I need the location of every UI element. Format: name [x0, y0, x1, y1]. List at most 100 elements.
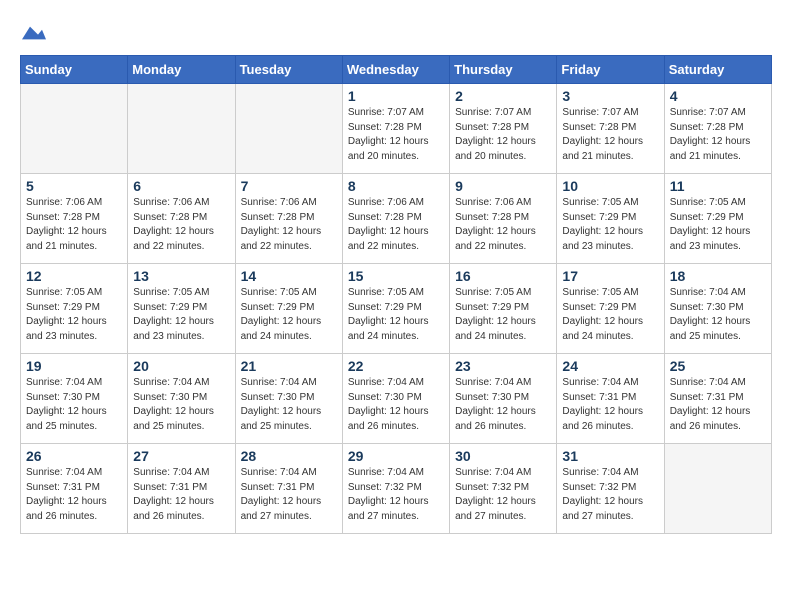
day-number: 2: [455, 88, 551, 104]
calendar-cell: 18 Sunrise: 7:04 AM Sunset: 7:30 PM Dayli…: [664, 264, 771, 354]
day-info: Sunrise: 7:05 AM Sunset: 7:29 PM Dayligh…: [562, 196, 658, 254]
calendar-cell: 9 Sunrise: 7:06 AM Sunset: 7:28 PM Daylig…: [450, 174, 557, 264]
day-number: 10: [562, 178, 658, 194]
day-info: Sunrise: 7:04 AM Sunset: 7:32 PM Dayligh…: [348, 466, 444, 524]
col-header-monday: Monday: [128, 56, 235, 84]
day-info: Sunrise: 7:05 AM Sunset: 7:29 PM Dayligh…: [348, 286, 444, 344]
day-info: Sunrise: 7:06 AM Sunset: 7:28 PM Dayligh…: [348, 196, 444, 254]
day-number: 19: [26, 358, 122, 374]
calendar-cell: 29Sunrise: 7:04 AM Sunset: 7:32 PM Dayli…: [342, 444, 449, 534]
col-header-thursday: Thursday: [450, 56, 557, 84]
calendar-cell: 17 Sunrise: 7:05 AM Sunset: 7:29 PM Dayli…: [557, 264, 664, 354]
day-number: 7: [241, 178, 337, 194]
day-number: 16: [455, 268, 551, 284]
day-info: Sunrise: 7:04 AM Sunset: 7:30 PM Dayligh…: [133, 376, 229, 434]
calendar-cell: 23 Sunrise: 7:04 AM Sunset: 7:30 PM Dayli…: [450, 354, 557, 444]
calendar-cell: 2 Sunrise: 7:07 AM Sunset: 7:28 PM Daylig…: [450, 84, 557, 174]
calendar-cell: 4Sunrise: 7:07 AM Sunset: 7:28 PM Daylig…: [664, 84, 771, 174]
calendar-cell: 31 Sunrise: 7:04 AM Sunset: 7:32 PM Dayli…: [557, 444, 664, 534]
calendar-table: SundayMondayTuesdayWednesdayThursdayFrid…: [20, 55, 772, 534]
day-number: 3: [562, 88, 658, 104]
day-info: Sunrise: 7:05 AM Sunset: 7:29 PM Dayligh…: [562, 286, 658, 344]
calendar-cell: 1Sunrise: 7:07 AM Sunset: 7:28 PM Daylig…: [342, 84, 449, 174]
week-row-4: 19 Sunrise: 7:04 AM Sunset: 7:30 PM Dayli…: [21, 354, 772, 444]
day-info: Sunrise: 7:07 AM Sunset: 7:28 PM Dayligh…: [670, 106, 766, 164]
calendar-cell: 8 Sunrise: 7:06 AM Sunset: 7:28 PM Daylig…: [342, 174, 449, 264]
week-row-2: 5 Sunrise: 7:06 AM Sunset: 7:28 PM Daylig…: [21, 174, 772, 264]
day-number: 6: [133, 178, 229, 194]
calendar-cell: 13 Sunrise: 7:05 AM Sunset: 7:29 PM Dayli…: [128, 264, 235, 354]
calendar-cell: 14 Sunrise: 7:05 AM Sunset: 7:29 PM Dayli…: [235, 264, 342, 354]
day-number: 13: [133, 268, 229, 284]
calendar-cell: 30Sunrise: 7:04 AM Sunset: 7:32 PM Dayli…: [450, 444, 557, 534]
day-number: 28: [241, 448, 337, 464]
day-number: 20: [133, 358, 229, 374]
day-number: 27: [133, 448, 229, 464]
day-info: Sunrise: 7:07 AM Sunset: 7:28 PM Dayligh…: [562, 106, 658, 164]
calendar-cell: 26 Sunrise: 7:04 AM Sunset: 7:31 PM Dayli…: [21, 444, 128, 534]
day-info: Sunrise: 7:04 AM Sunset: 7:31 PM Dayligh…: [26, 466, 122, 524]
day-info: Sunrise: 7:04 AM Sunset: 7:30 PM Dayligh…: [455, 376, 551, 434]
week-row-3: 12 Sunrise: 7:05 AM Sunset: 7:29 PM Dayli…: [21, 264, 772, 354]
col-header-saturday: Saturday: [664, 56, 771, 84]
day-info: Sunrise: 7:05 AM Sunset: 7:29 PM Dayligh…: [133, 286, 229, 344]
col-header-sunday: Sunday: [21, 56, 128, 84]
calendar-cell: 27 Sunrise: 7:04 AM Sunset: 7:31 PM Dayli…: [128, 444, 235, 534]
calendar-cell: 21 Sunrise: 7:04 AM Sunset: 7:30 PM Dayli…: [235, 354, 342, 444]
col-header-tuesday: Tuesday: [235, 56, 342, 84]
calendar-cell: 3 Sunrise: 7:07 AM Sunset: 7:28 PM Daylig…: [557, 84, 664, 174]
day-number: 24: [562, 358, 658, 374]
day-number: 11: [670, 178, 766, 194]
calendar-cell: 11Sunrise: 7:05 AM Sunset: 7:29 PM Dayli…: [664, 174, 771, 264]
page-header: [20, 20, 772, 45]
day-number: 21: [241, 358, 337, 374]
day-number: 17: [562, 268, 658, 284]
day-info: Sunrise: 7:04 AM Sunset: 7:31 PM Dayligh…: [670, 376, 766, 434]
day-info: Sunrise: 7:05 AM Sunset: 7:29 PM Dayligh…: [455, 286, 551, 344]
calendar-cell: 24 Sunrise: 7:04 AM Sunset: 7:31 PM Dayli…: [557, 354, 664, 444]
calendar-cell: [21, 84, 128, 174]
day-number: 9: [455, 178, 551, 194]
day-number: 5: [26, 178, 122, 194]
day-info: Sunrise: 7:04 AM Sunset: 7:31 PM Dayligh…: [241, 466, 337, 524]
day-number: 14: [241, 268, 337, 284]
col-header-friday: Friday: [557, 56, 664, 84]
week-row-1: 1 Sunrise: 7:07 AM Sunset: 7:28 PM Daylig…: [21, 84, 772, 174]
day-info: Sunrise: 7:07 AM Sunset: 7:28 PM Dayligh…: [455, 106, 551, 164]
calendar-cell: 15Sunrise: 7:05 AM Sunset: 7:29 PM Dayli…: [342, 264, 449, 354]
day-info: Sunrise: 7:04 AM Sunset: 7:30 PM Dayligh…: [348, 376, 444, 434]
week-row-5: 26 Sunrise: 7:04 AM Sunset: 7:31 PM Dayli…: [21, 444, 772, 534]
day-info: Sunrise: 7:04 AM Sunset: 7:32 PM Dayligh…: [562, 466, 658, 524]
calendar-cell: 19Sunrise: 7:04 AM Sunset: 7:30 PM Dayli…: [21, 354, 128, 444]
col-header-wednesday: Wednesday: [342, 56, 449, 84]
day-info: Sunrise: 7:05 AM Sunset: 7:29 PM Dayligh…: [26, 286, 122, 344]
day-info: Sunrise: 7:04 AM Sunset: 7:30 PM Dayligh…: [670, 286, 766, 344]
day-number: 31: [562, 448, 658, 464]
calendar-cell: 16 Sunrise: 7:05 AM Sunset: 7:29 PM Dayli…: [450, 264, 557, 354]
day-info: Sunrise: 7:04 AM Sunset: 7:30 PM Dayligh…: [241, 376, 337, 434]
day-info: Sunrise: 7:04 AM Sunset: 7:31 PM Dayligh…: [562, 376, 658, 434]
calendar-cell: 20 Sunrise: 7:04 AM Sunset: 7:30 PM Dayli…: [128, 354, 235, 444]
day-info: Sunrise: 7:06 AM Sunset: 7:28 PM Dayligh…: [241, 196, 337, 254]
day-info: Sunrise: 7:06 AM Sunset: 7:28 PM Dayligh…: [26, 196, 122, 254]
day-number: 1: [348, 88, 444, 104]
day-number: 8: [348, 178, 444, 194]
calendar-cell: 28 Sunrise: 7:04 AM Sunset: 7:31 PM Dayli…: [235, 444, 342, 534]
day-info: Sunrise: 7:05 AM Sunset: 7:29 PM Dayligh…: [241, 286, 337, 344]
calendar-cell: 10 Sunrise: 7:05 AM Sunset: 7:29 PM Dayli…: [557, 174, 664, 264]
day-number: 25: [670, 358, 766, 374]
calendar-cell: [128, 84, 235, 174]
day-number: 23: [455, 358, 551, 374]
calendar-cell: 7 Sunrise: 7:06 AM Sunset: 7:28 PM Daylig…: [235, 174, 342, 264]
day-number: 26: [26, 448, 122, 464]
calendar-cell: [235, 84, 342, 174]
day-info: Sunrise: 7:04 AM Sunset: 7:31 PM Dayligh…: [133, 466, 229, 524]
calendar-cell: 12 Sunrise: 7:05 AM Sunset: 7:29 PM Dayli…: [21, 264, 128, 354]
calendar-cell: 5 Sunrise: 7:06 AM Sunset: 7:28 PM Daylig…: [21, 174, 128, 264]
day-info: Sunrise: 7:06 AM Sunset: 7:28 PM Dayligh…: [133, 196, 229, 254]
day-info: Sunrise: 7:04 AM Sunset: 7:32 PM Dayligh…: [455, 466, 551, 524]
day-number: 18: [670, 268, 766, 284]
day-number: 12: [26, 268, 122, 284]
day-info: Sunrise: 7:06 AM Sunset: 7:28 PM Dayligh…: [455, 196, 551, 254]
day-number: 22: [348, 358, 444, 374]
